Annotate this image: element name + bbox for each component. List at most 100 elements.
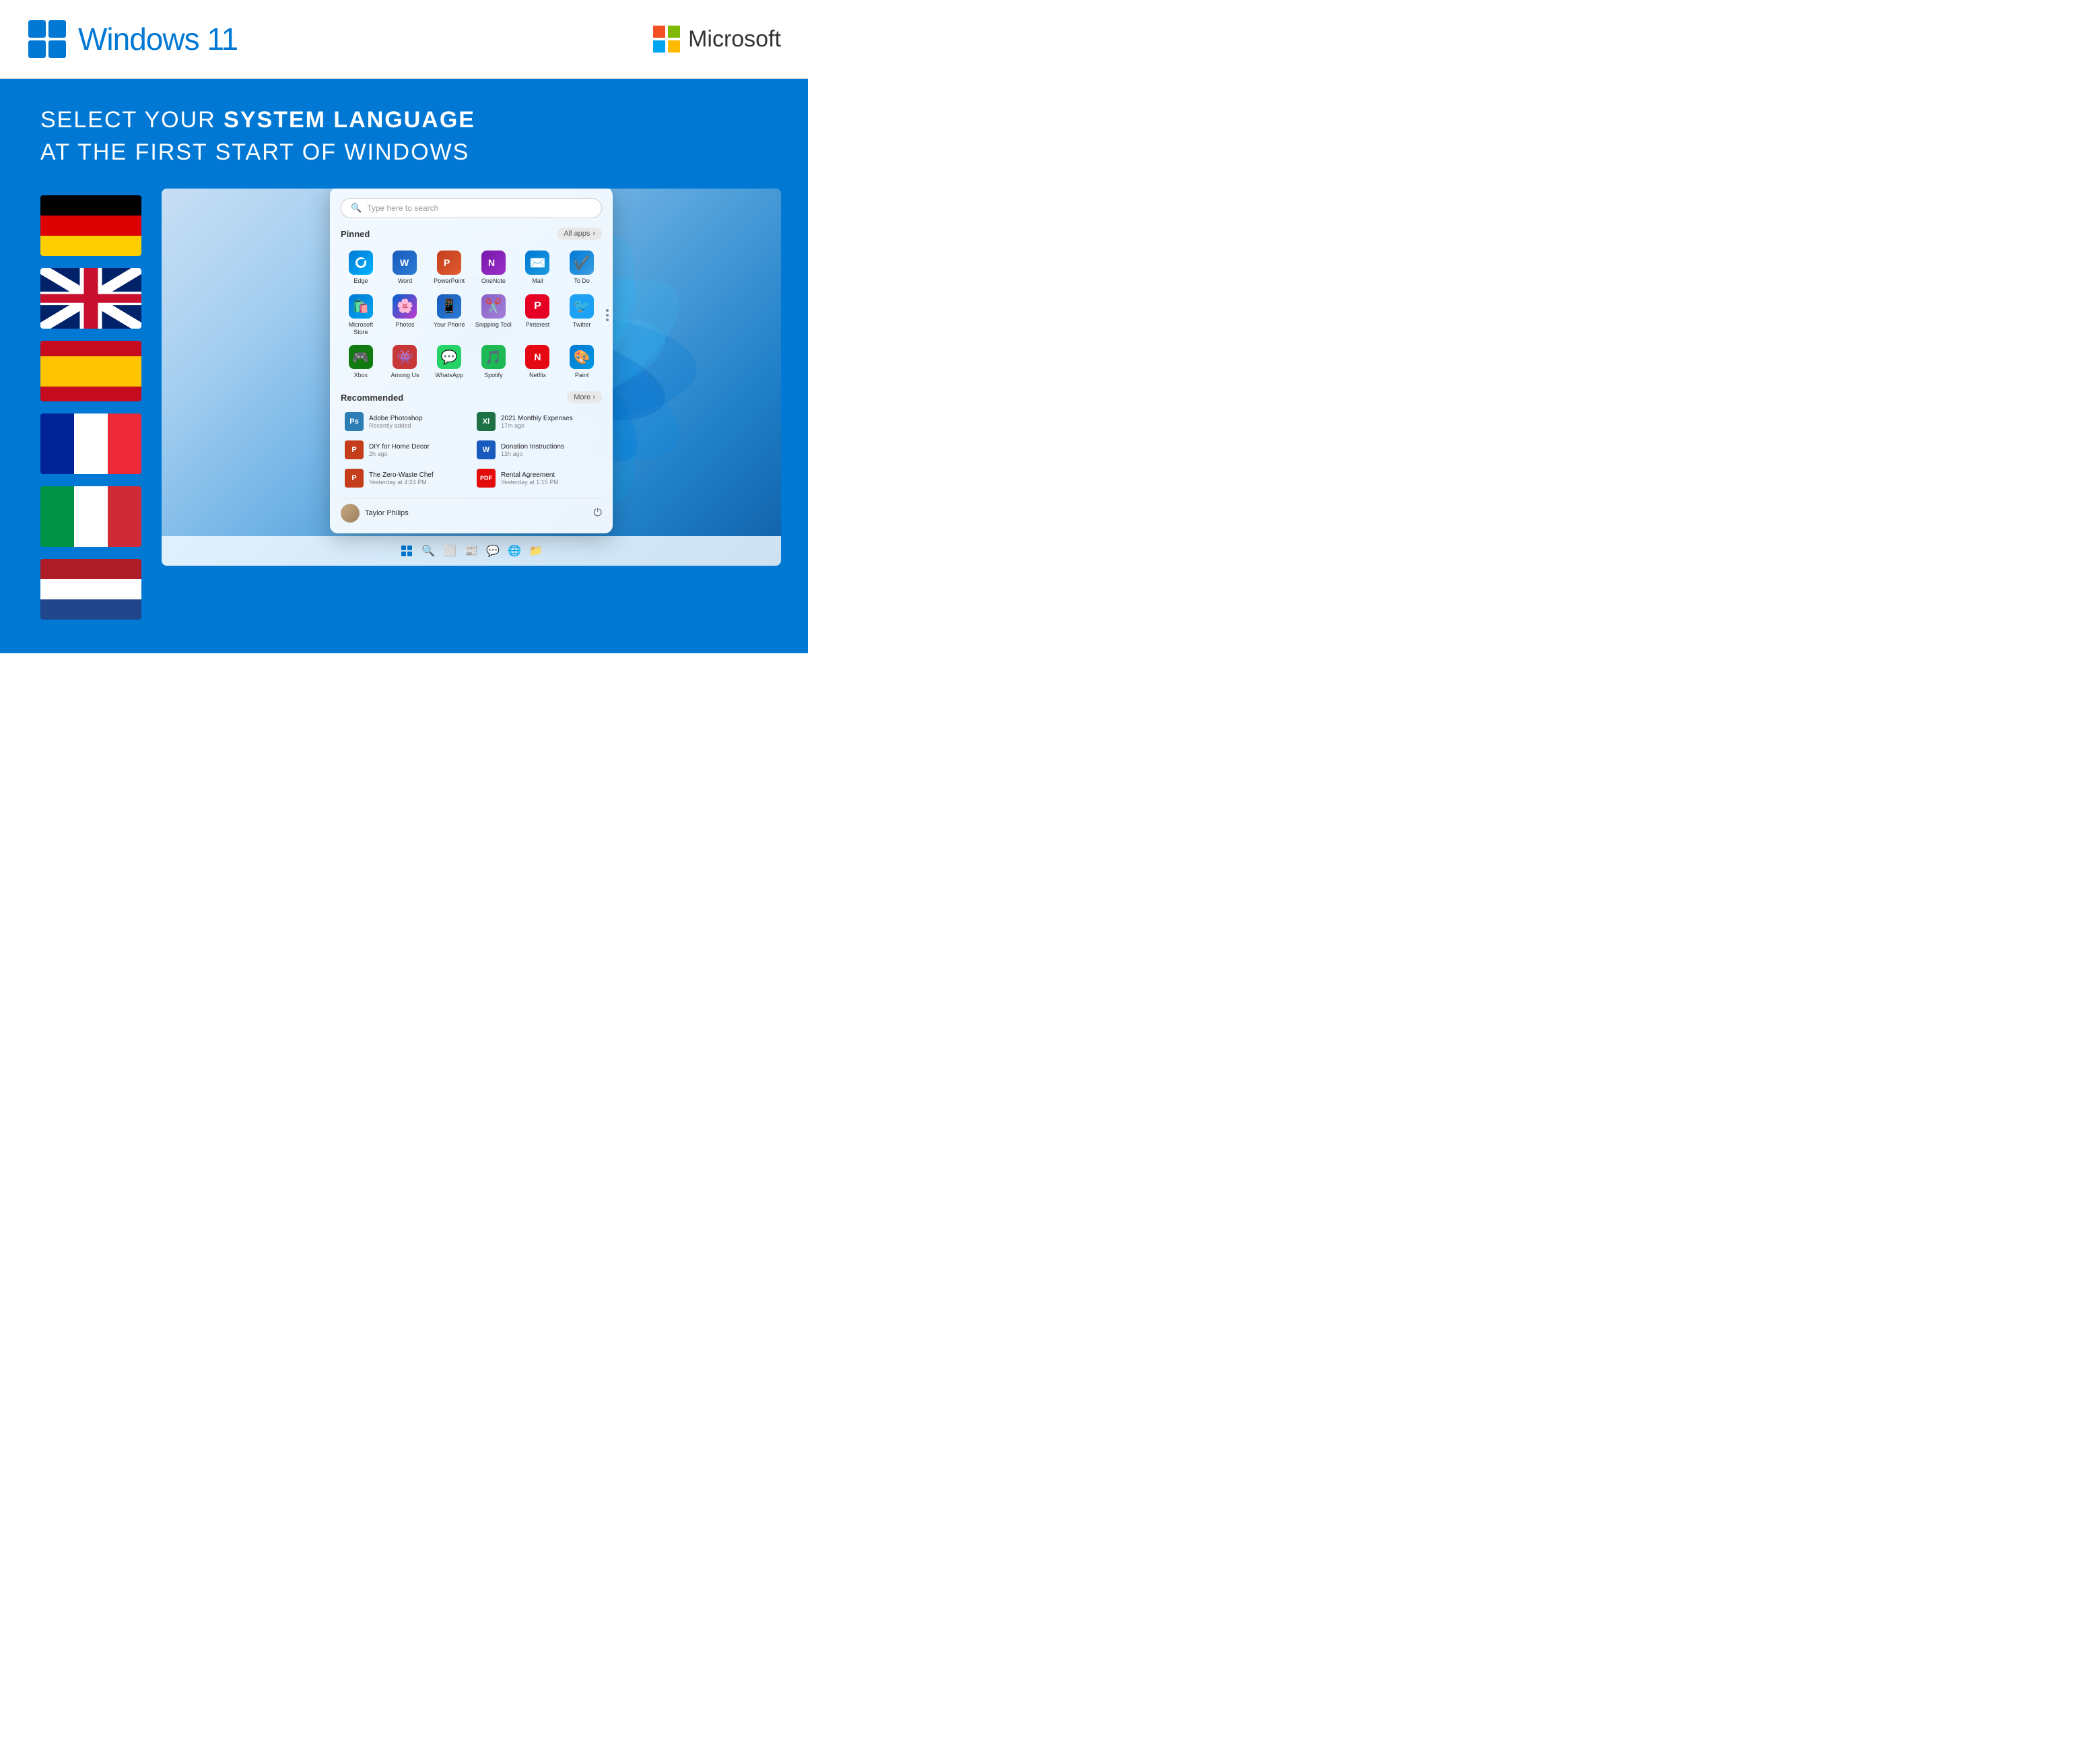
all-apps-button[interactable]: All apps › [557,228,602,240]
flag-uk[interactable] [40,268,141,329]
pinned-label: Pinned [341,229,370,239]
app-paint[interactable]: 🎨 Paint [562,342,602,382]
todo-label: To Do [574,277,590,285]
paint-label: Paint [575,372,589,379]
excel-icon: Xl [477,412,496,431]
spotify-label: Spotify [484,372,503,379]
app-snipping[interactable]: ✂️ Snipping Tool [473,292,514,339]
app-powerpoint[interactable]: P PowerPoint [429,248,469,288]
app-spotify[interactable]: 🎵 Spotify [473,342,514,382]
app-word[interactable]: W Word [385,248,426,288]
more-dots-icon [606,309,609,321]
app-among[interactable]: 👾 Among Us [385,342,426,382]
pinterest-icon: P [525,294,549,319]
rec-rental[interactable]: PDF Rental Agreement Yesterday at 1:15 P… [473,465,602,491]
recommended-grid: Ps Adobe Photoshop Recently added Xl 202… [341,409,602,491]
app-photos[interactable]: 🌸 Photos [385,292,426,339]
rental-icon: PDF [477,469,496,488]
whatsapp-label: WhatsApp [435,372,463,379]
taskbar-edge-icon[interactable]: 🌐 [506,543,522,559]
netflix-label: Netflix [529,372,546,379]
rental-info: Rental Agreement Yesterday at 1:15 PM [501,471,559,486]
app-yourphone[interactable]: 📱 Your Phone [429,292,469,339]
windows-branding: Windows 11 [27,19,238,59]
taskbar-start-icon[interactable] [399,543,415,559]
taskbar-widgets-icon[interactable]: 📰 [463,543,479,559]
pinterest-label: Pinterest [526,321,550,329]
mail-icon: ✉️ [525,251,549,275]
taskbar-taskview-icon[interactable]: ⬜ [442,543,458,559]
microsoft-logo-icon [653,26,680,53]
app-netflix[interactable]: N Netflix [518,342,558,382]
word-icon: W [393,251,417,275]
search-bar[interactable]: 🔍 Type here to search [341,198,602,218]
store-icon: 🛍️ [349,294,373,319]
pinned-section-header: Pinned All apps › [341,228,602,240]
rec-diy[interactable]: P DIY for Home Decor 2h ago [341,437,470,463]
headline-text: SELECT YOUR SYSTEM LANGUAGE AT THE FIRST… [40,104,768,168]
flag-france[interactable] [40,414,141,474]
taskbar-file-icon[interactable]: 📁 [528,543,544,559]
app-pinterest[interactable]: P Pinterest [518,292,558,339]
rec-zerowaste[interactable]: P The Zero-Waste Chef Yesterday at 4:24 … [341,465,470,491]
powerpoint-label: PowerPoint [434,277,465,285]
flag-spain[interactable] [40,341,141,401]
app-edge[interactable]: Edge [341,248,381,288]
svg-text:N: N [488,257,495,268]
recommended-section: Recommended More › Ps Adobe Photoshop Re… [341,391,602,491]
diy-icon: P [345,440,364,459]
flag-netherlands[interactable] [40,559,141,620]
app-store[interactable]: 🛍️ Microsoft Store [341,292,381,339]
twitter-icon: 🐦 [570,294,594,319]
blue-section: SELECT YOUR SYSTEM LANGUAGE AT THE FIRST… [0,79,808,653]
microsoft-branding: Microsoft [653,26,781,53]
photos-label: Photos [395,321,414,329]
user-bar: Taylor Philips ⏻ [341,498,602,523]
windows-version-text: Windows 11 [78,21,238,57]
search-input[interactable]: Type here to search [367,203,438,213]
whatsapp-icon: 💬 [437,345,461,369]
snipping-label: Snipping Tool [475,321,512,329]
taskbar-search-icon[interactable]: 🔍 [420,543,436,559]
windows-logo-icon [27,19,67,59]
more-button[interactable]: More › [567,391,602,403]
expenses-info: 2021 Monthly Expenses 17m ago [501,415,573,429]
flag-italy[interactable] [40,486,141,547]
app-todo[interactable]: ✔️ To Do [562,248,602,288]
header: Windows 11 Microsoft [0,0,808,79]
zerowaste-info: The Zero-Waste Chef Yesterday at 4:24 PM [369,471,434,486]
among-label: Among Us [391,372,419,379]
onenote-label: OneNote [481,277,506,285]
content-area: 🔍 Type here to search Pinned All apps › [0,189,808,653]
yourphone-icon: 📱 [437,294,461,319]
edge-label: Edge [353,277,368,285]
photoshop-info: Adobe Photoshop Recently added [369,415,423,429]
svg-text:W: W [400,257,409,268]
onenote-icon: N [481,251,506,275]
power-icon[interactable]: ⏻ [593,507,602,519]
xbox-icon: 🎮 [349,345,373,369]
windows-screenshot: 🔍 Type here to search Pinned All apps › [162,189,781,566]
user-name: Taylor Philips [365,509,409,517]
xbox-label: Xbox [354,372,368,379]
rec-donation[interactable]: W Donation Instructions 12h ago [473,437,602,463]
word-label: Word [398,277,412,285]
taskbar-chat-icon[interactable]: 💬 [485,543,501,559]
paint-icon: 🎨 [570,345,594,369]
rec-photoshop[interactable]: Ps Adobe Photoshop Recently added [341,409,470,434]
app-whatsapp[interactable]: 💬 WhatsApp [429,342,469,382]
svg-text:P: P [444,257,450,268]
app-twitter[interactable]: 🐦 Twitter [562,292,602,339]
todo-icon: ✔️ [570,251,594,275]
app-onenote[interactable]: N OneNote [473,248,514,288]
rec-expenses[interactable]: Xl 2021 Monthly Expenses 17m ago [473,409,602,434]
twitter-label: Twitter [573,321,591,329]
app-mail[interactable]: ✉️ Mail [518,248,558,288]
microsoft-name-text: Microsoft [688,26,781,53]
photos-icon: 🌸 [393,294,417,319]
store-label: Microsoft Store [342,321,380,336]
app-xbox[interactable]: 🎮 Xbox [341,342,381,382]
netflix-icon: N [525,345,549,369]
flag-germany[interactable] [40,195,141,256]
recommended-label: Recommended [341,393,403,403]
